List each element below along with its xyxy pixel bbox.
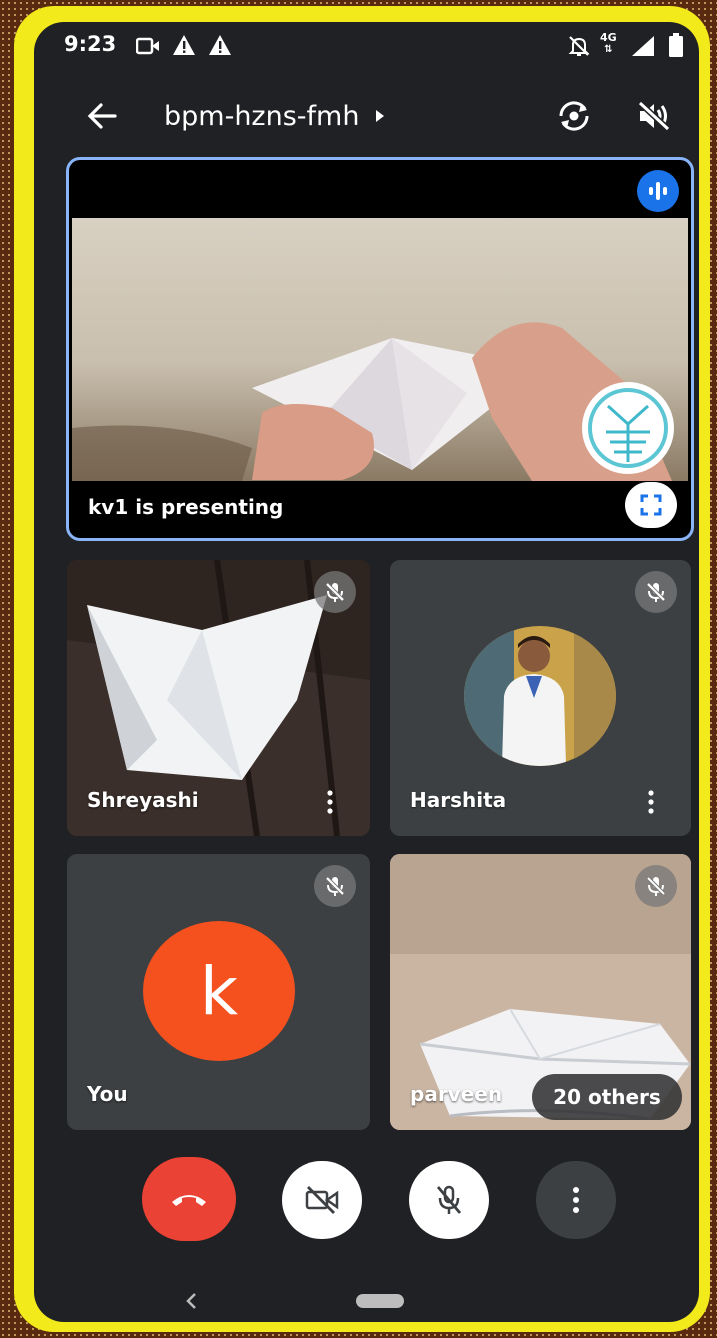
mic-toggle-button[interactable] <box>409 1161 489 1239</box>
camera-off-icon <box>305 1186 339 1214</box>
others-count: 20 others <box>553 1085 661 1109</box>
muted-indicator <box>635 865 677 907</box>
speaker-off-icon <box>637 100 671 132</box>
participant-name: You <box>87 1082 128 1106</box>
home-gesture-bar[interactable] <box>356 1294 404 1308</box>
switch-camera-button[interactable] <box>552 94 596 138</box>
battery-icon <box>668 32 684 62</box>
alert-icon <box>172 34 196 60</box>
participant-options-button[interactable] <box>318 782 342 822</box>
nav-back-button[interactable] <box>176 1286 206 1316</box>
more-options-button[interactable] <box>536 1161 616 1239</box>
switch-camera-icon <box>559 101 589 131</box>
call-end-icon <box>172 1195 206 1206</box>
audio-level-icon <box>649 182 667 200</box>
meeting-details-button[interactable]: bpm-hzns-fmh <box>164 96 385 136</box>
others-button[interactable]: 20 others <box>532 1074 682 1120</box>
participant-avatar-photo <box>464 626 616 766</box>
avatar-letter: k <box>199 952 239 1030</box>
alert-icon <box>208 34 232 60</box>
more-vert-icon <box>648 790 654 814</box>
fullscreen-button[interactable] <box>625 482 677 528</box>
mic-off-icon <box>646 876 666 896</box>
participant-tile[interactable]: Harshita <box>390 560 691 836</box>
notifications-off-icon <box>567 34 591 62</box>
status-time: 9:23 <box>64 32 117 56</box>
presenting-caption: kv1 is presenting <box>88 495 284 519</box>
mic-off-icon <box>436 1185 462 1214</box>
video-call-status-icon <box>135 36 160 60</box>
speaker-toggle-button[interactable] <box>632 94 676 138</box>
network-type-text: 4G <box>600 31 617 44</box>
phone-frame: 9:23 4G ⇅ bpm-hzns-fmh kv1 is presenting… <box>14 6 710 1332</box>
meeting-code: bpm-hzns-fmh <box>164 100 360 132</box>
fullscreen-icon <box>640 494 662 516</box>
logo-icon <box>588 388 668 468</box>
more-vert-icon <box>327 790 333 814</box>
chevron-left-icon <box>186 1293 196 1309</box>
muted-indicator <box>635 571 677 613</box>
camera-toggle-button[interactable] <box>282 1161 362 1239</box>
watermark-logo <box>582 382 674 474</box>
participant-name: Harshita <box>410 788 507 812</box>
caret-right-icon <box>376 110 385 122</box>
mic-off-icon <box>325 582 345 602</box>
self-tile[interactable]: k You <box>67 854 370 1130</box>
mic-off-icon <box>646 582 666 602</box>
back-button[interactable] <box>84 98 120 134</box>
participant-tile[interactable]: parveen 20 others <box>390 854 691 1130</box>
active-speaker-indicator <box>637 170 679 212</box>
network-type-label: 4G ⇅ <box>600 32 617 55</box>
avatar: k <box>143 921 295 1061</box>
more-vert-icon <box>573 1187 579 1213</box>
presentation-tile[interactable]: kv1 is presenting <box>66 157 694 541</box>
mic-off-icon <box>325 876 345 896</box>
end-call-button[interactable] <box>142 1157 236 1241</box>
back-arrow-icon <box>87 103 117 129</box>
participant-tile[interactable]: Shreyashi <box>67 560 370 836</box>
participant-name: Shreyashi <box>87 788 199 812</box>
status-bar: 9:23 4G ⇅ <box>34 22 699 72</box>
signal-icon <box>630 34 656 62</box>
meet-screen: 9:23 4G ⇅ bpm-hzns-fmh kv1 is presenting… <box>34 22 699 1322</box>
data-arrows-icon: ⇅ <box>604 44 613 55</box>
muted-indicator <box>314 571 356 613</box>
muted-indicator <box>314 865 356 907</box>
participant-name: parveen <box>410 1082 503 1106</box>
participant-options-button[interactable] <box>639 782 663 822</box>
